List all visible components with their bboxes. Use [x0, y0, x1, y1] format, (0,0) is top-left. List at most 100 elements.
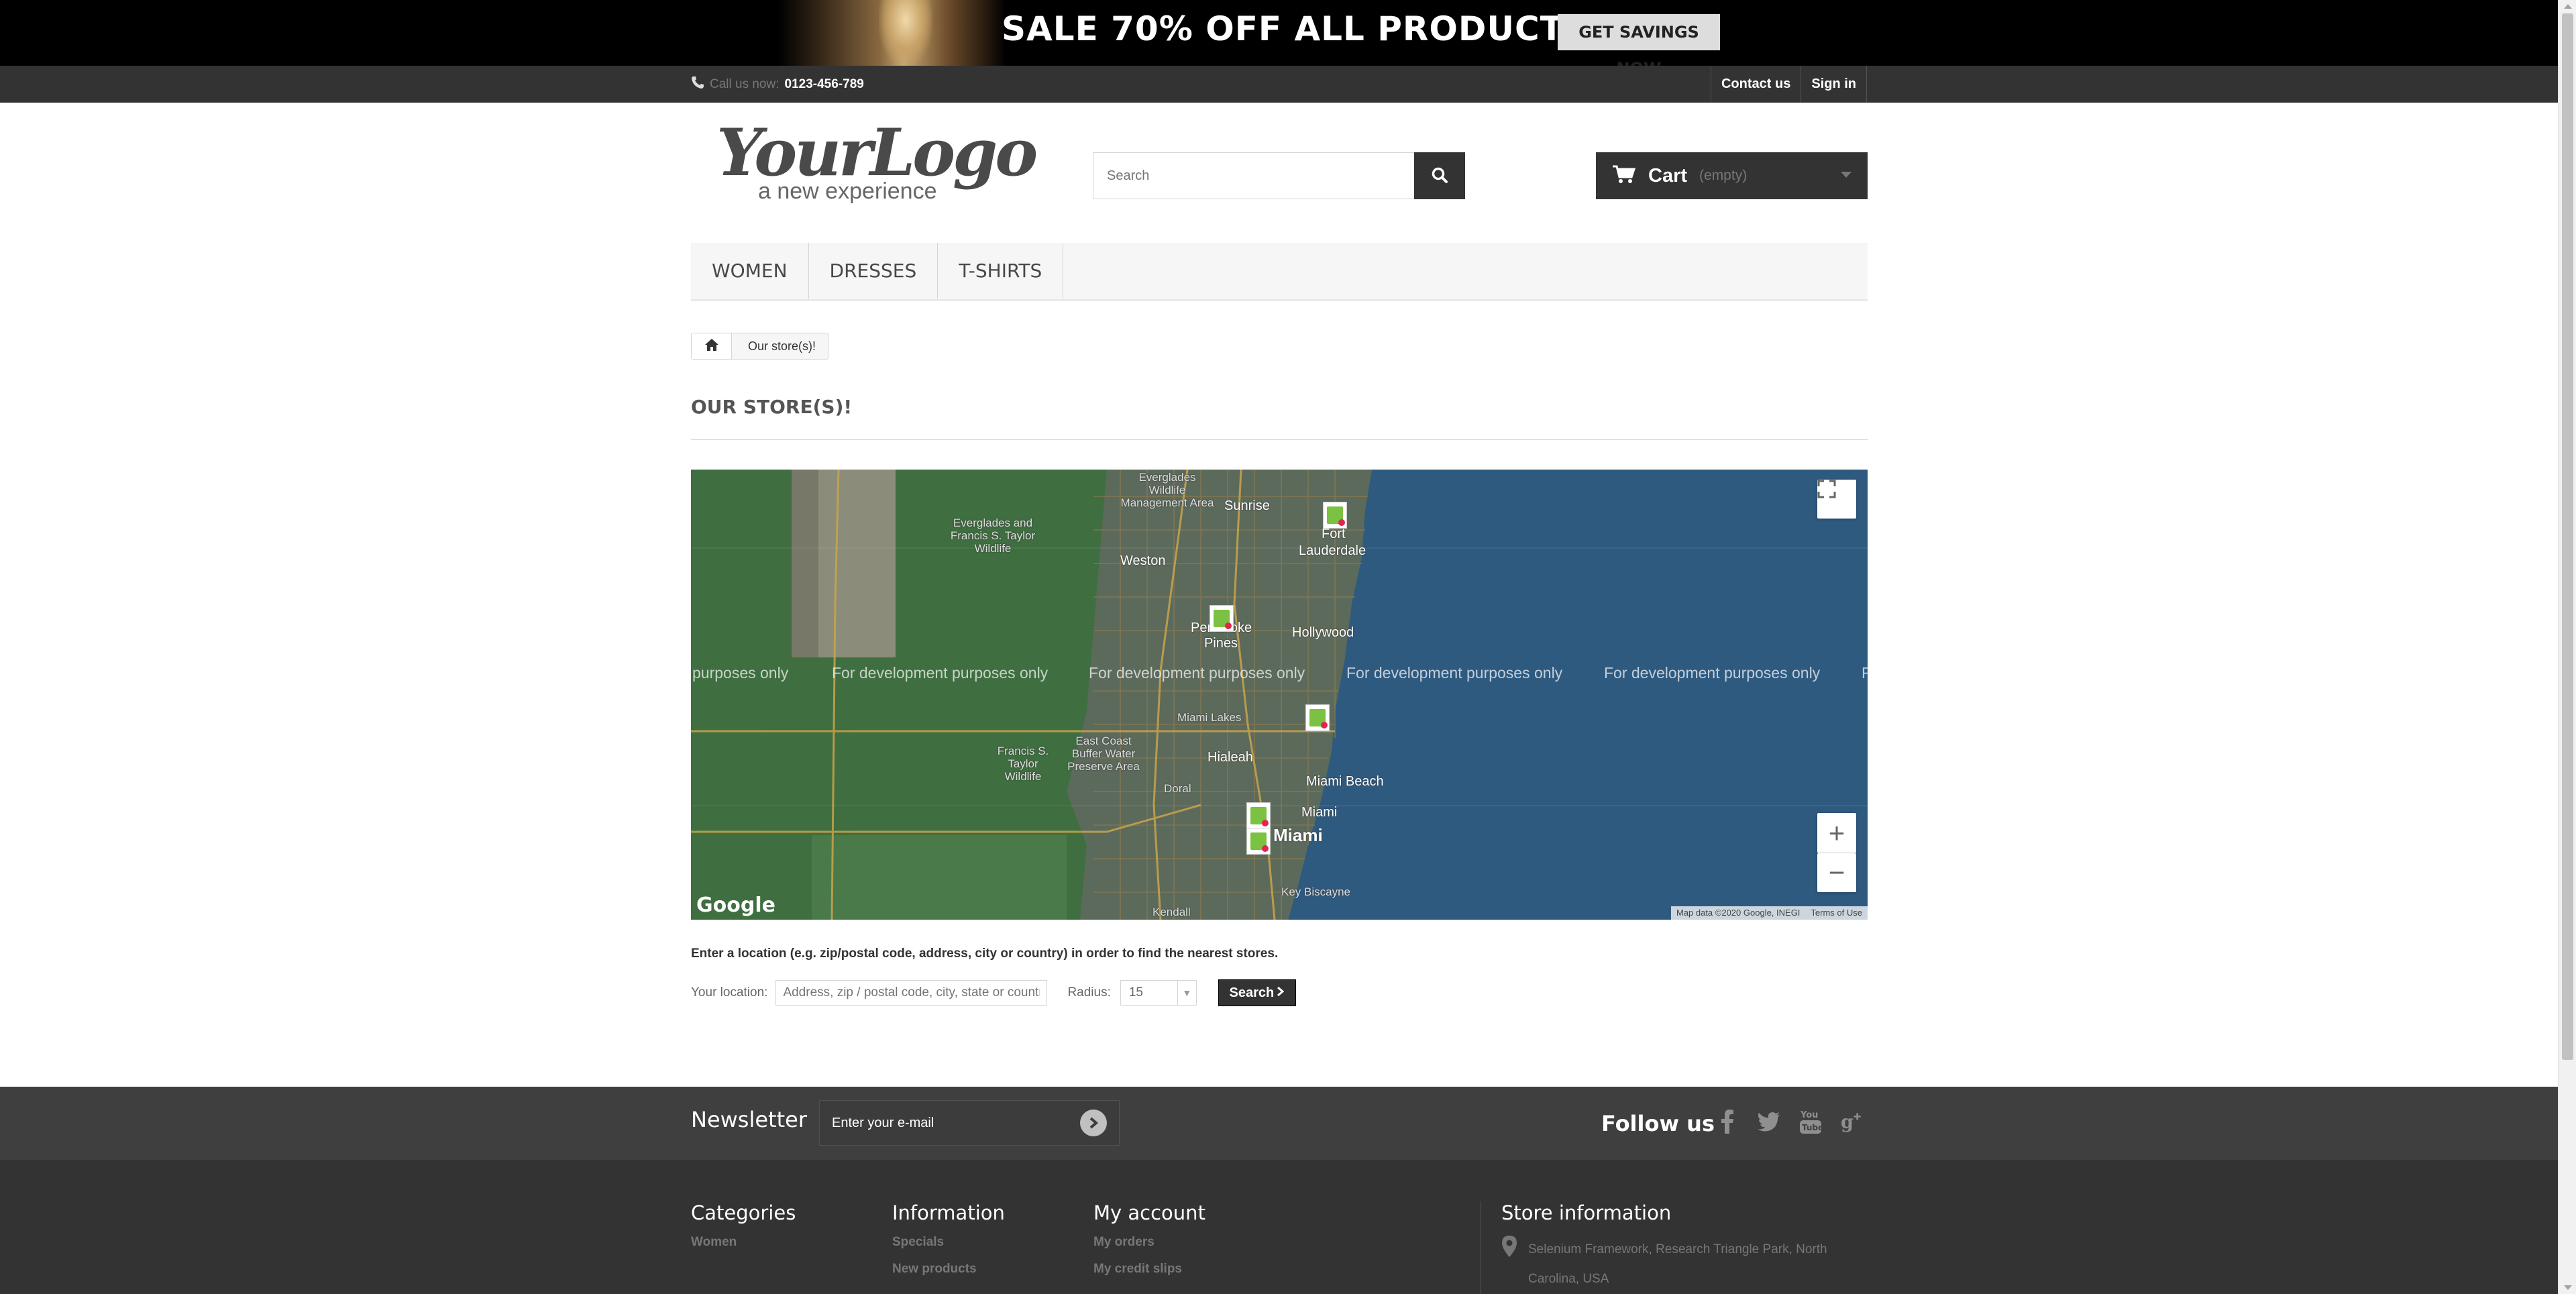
cart-button[interactable]: Cart (empty)	[1596, 152, 1868, 199]
map-label: Weston	[1120, 553, 1166, 568]
footer-my-account: My account My orders My credit slips	[1093, 1201, 1205, 1289]
page-title: OUR STORE(S)!	[691, 396, 1868, 440]
call-us: Call us now: 0123-456-789	[691, 66, 864, 103]
location-input[interactable]	[775, 980, 1048, 1006]
phone-icon	[691, 76, 704, 93]
menu-item-dresses[interactable]: DRESSES	[809, 243, 938, 299]
store-marker-icon[interactable]	[1210, 605, 1234, 632]
menu-item-women[interactable]: WOMEN	[691, 243, 809, 299]
cart-status: (empty)	[1699, 168, 1748, 183]
menu-item-tshirts[interactable]: T-SHIRTS	[938, 243, 1064, 299]
map-label: Miami Beach	[1306, 774, 1384, 789]
follow-us-title: Follow us	[1601, 1111, 1715, 1136]
store-map[interactable]: purposes only For development purposes o…	[691, 470, 1868, 920]
contact-us-link[interactable]: Contact us	[1710, 66, 1801, 103]
zoom-out-button[interactable]: −	[1817, 853, 1856, 892]
map-label: Hialeah	[1208, 750, 1253, 765]
map-label: Lauderdale	[1299, 543, 1366, 558]
map-label: Hollywood	[1292, 625, 1354, 640]
site-search	[1093, 152, 1465, 199]
svg-text:g: g	[1841, 1111, 1854, 1132]
twitter-icon[interactable]	[1758, 1107, 1780, 1136]
search-input[interactable]	[1093, 152, 1414, 199]
top-bar: Call us now: 0123-456-789 Contact us Sig…	[0, 66, 2558, 103]
search-button[interactable]	[1414, 152, 1465, 199]
footer-link[interactable]: Specials	[892, 1235, 1005, 1250]
google-plus-icon[interactable]: g	[1841, 1107, 1864, 1136]
map-label: Kendall	[1152, 906, 1191, 918]
footer-link[interactable]: My orders	[1093, 1235, 1205, 1250]
map-label: Miami Lakes	[1177, 711, 1242, 724]
map-tiles	[691, 470, 1868, 920]
footer: Categories Women Information Specials Ne…	[0, 1160, 2558, 1294]
footer-link[interactable]: New products	[892, 1262, 1005, 1277]
watermark-text: For development purposes only	[832, 664, 1049, 682]
footer-account-title: My account	[1093, 1201, 1205, 1224]
terms-of-use-link[interactable]: Terms of Use	[1805, 906, 1868, 920]
logo-wordmark: YourLogo	[716, 115, 1038, 191]
store-marker-icon[interactable]	[1246, 802, 1271, 829]
get-savings-button[interactable]: GET SAVINGS NOW	[1558, 14, 1720, 78]
fullscreen-button[interactable]	[1817, 480, 1856, 519]
home-icon	[704, 338, 719, 355]
cart-icon	[1612, 164, 1636, 188]
watermark-text: purposes only	[692, 664, 789, 682]
watermark-text: For development purposes only	[1346, 664, 1563, 682]
chevron-down-icon: ▼	[1177, 981, 1196, 1005]
store-search-form: Your location: Radius: 15 ▼ Search	[691, 979, 1296, 1006]
banner-model-image	[778, 0, 1006, 66]
map-label: Everglades and Francis S. Taylor Wildlif…	[950, 517, 1036, 555]
store-search-button[interactable]: Search	[1218, 979, 1296, 1006]
promo-banner[interactable]: SALE 70% OFF ALL PRODUCTS GET SAVINGS NO…	[0, 0, 2558, 78]
map-label: Fort	[1322, 527, 1346, 541]
youtube-icon[interactable]: You Tube	[1799, 1107, 1822, 1136]
newsletter-section: Newsletter Enter your e-mail Follow us Y…	[0, 1087, 2558, 1160]
newsletter-email-field[interactable]: Enter your e-mail	[819, 1100, 1120, 1146]
map-label: Miami	[1301, 805, 1338, 820]
footer-categories-title: Categories	[691, 1201, 796, 1224]
scroll-up-arrow[interactable]	[2564, 4, 2572, 9]
map-label: East Coast Buffer Water Preserve Area	[1067, 735, 1140, 773]
map-attribution: Map data ©2020 Google, INEGI Terms of Us…	[1670, 906, 1868, 920]
newsletter-submit-button[interactable]	[1080, 1110, 1107, 1136]
facebook-icon[interactable]	[1716, 1107, 1739, 1136]
scrollbar-thumb[interactable]	[2562, 13, 2573, 1060]
newsletter-placeholder: Enter your e-mail	[832, 1115, 934, 1130]
sign-in-link[interactable]: Sign in	[1801, 66, 1867, 103]
social-links: You Tube g	[1716, 1107, 1864, 1136]
map-label: Sunrise	[1224, 498, 1270, 513]
store-search-instructions: Enter a location (e.g. zip/postal code, …	[691, 947, 1279, 961]
footer-link[interactable]: My credit slips	[1093, 1262, 1205, 1277]
map-label: Doral	[1164, 782, 1191, 795]
search-icon	[1431, 166, 1448, 186]
radius-select[interactable]: 15 ▼	[1120, 980, 1197, 1006]
store-marker-icon[interactable]	[1323, 502, 1347, 529]
map-label: Everglades Wildlife Management Area	[1120, 471, 1214, 509]
footer-information: Information Specials New products	[892, 1201, 1005, 1289]
logo-tagline: a new experience	[758, 178, 937, 204]
svg-text:Tube: Tube	[1802, 1123, 1822, 1132]
store-logo[interactable]: YourLogo a new experience	[716, 115, 1038, 205]
footer-store-title: Store information	[1501, 1201, 1672, 1224]
map-data-credit[interactable]: Map data ©2020 Google, INEGI	[1671, 906, 1805, 920]
footer-store-info: Store information Selenium Framework, Re…	[1481, 1201, 1883, 1294]
zoom-in-button[interactable]: +	[1817, 813, 1856, 853]
scroll-down-arrow[interactable]	[2564, 1285, 2572, 1290]
newsletter-title: Newsletter	[691, 1107, 807, 1132]
breadcrumb: Our store(s)!	[691, 333, 829, 360]
google-logo[interactable]: Google	[696, 894, 775, 917]
footer-categories: Categories Women	[691, 1201, 796, 1262]
store-marker-icon[interactable]	[1305, 704, 1330, 731]
page-scrollbar[interactable]	[2558, 0, 2576, 1294]
svg-text:You: You	[1800, 1110, 1818, 1120]
location-label: Your location:	[691, 985, 768, 1000]
footer-link[interactable]: Women	[691, 1235, 796, 1250]
call-label: Call us now:	[710, 76, 780, 91]
radius-label: Radius:	[1067, 985, 1111, 1000]
breadcrumb-home[interactable]	[692, 333, 732, 359]
store-address-line1: Selenium Framework, Research Triangle Pa…	[1528, 1242, 1827, 1256]
location-pin-icon	[1501, 1235, 1517, 1294]
phone-number: 0123-456-789	[784, 76, 864, 91]
store-marker-icon[interactable]	[1246, 828, 1271, 855]
footer-information-title: Information	[892, 1201, 1005, 1224]
